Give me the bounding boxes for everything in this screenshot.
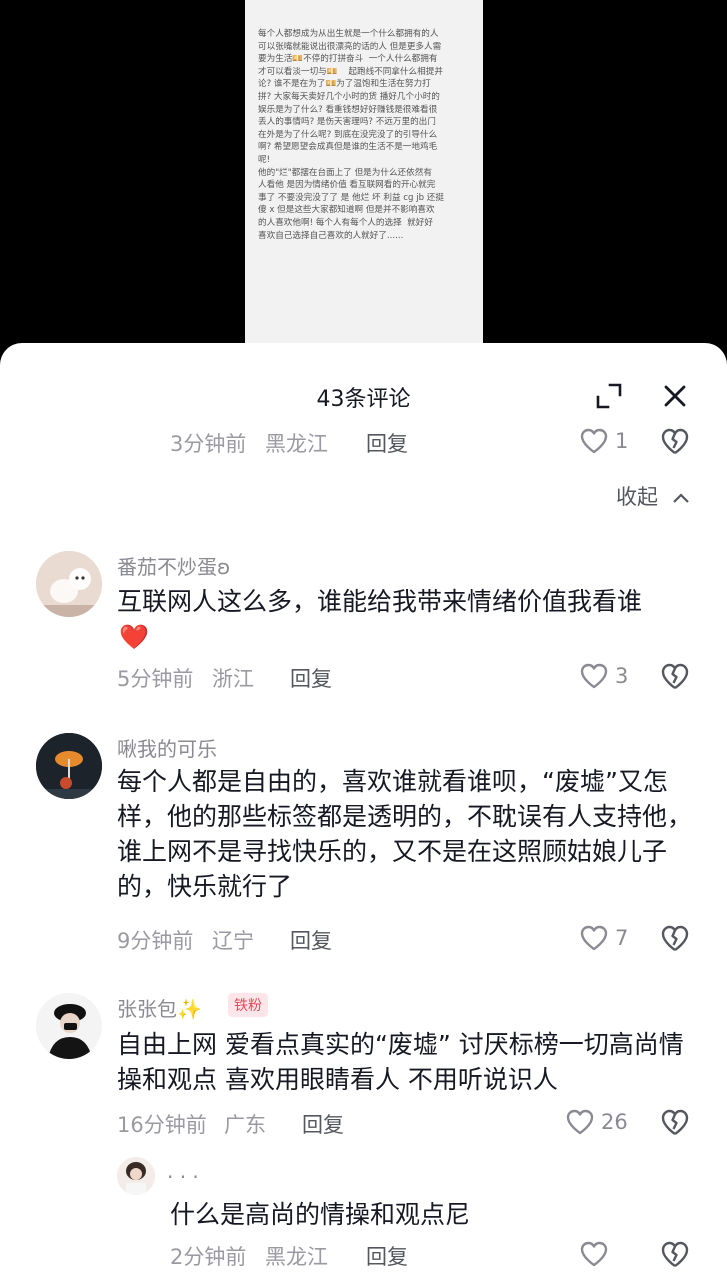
post-image-text: 每个人都想成为从出生就是一个什么都拥有的人 可以张嘴就能说出很漂亮的话的人 但是… xyxy=(258,29,444,241)
reply-text: 什么是高尚的情操和观点尼 xyxy=(170,1200,471,1229)
reply-button[interactable]: 回复 xyxy=(302,1109,344,1139)
like-count: 1 xyxy=(615,429,629,453)
heart-icon xyxy=(580,925,608,951)
comment-location: 辽宁 xyxy=(212,929,254,953)
like-button[interactable]: 3 xyxy=(579,661,628,691)
avatar-image xyxy=(36,993,102,1059)
comment-time: 9分钟前 xyxy=(117,929,194,953)
comment-body: 互联网人这么多，谁能给我带来情绪价值我看谁 xyxy=(117,587,643,616)
avatar[interactable] xyxy=(36,551,102,617)
comment-author[interactable]: 啾我的可乐 xyxy=(117,733,217,762)
reply-button[interactable]: 回复 xyxy=(290,663,332,693)
avatar-image xyxy=(36,733,102,799)
reply-button[interactable]: 回复 xyxy=(366,428,408,458)
avatar-image xyxy=(36,551,102,617)
reply-button[interactable]: 回复 xyxy=(366,1241,408,1271)
comment-text: 每个人都是自由的，喜欢谁就看谁呗，“废墟”又怎样，他的那些标签都是透明的，不耽误… xyxy=(117,767,693,901)
heart-icon xyxy=(580,663,608,689)
comments-sheet: 43条评论 3分钟前 黑龙江 回复 1 收起 番茄不炒蛋ʚ 互联网人这么多，谁能… xyxy=(0,343,727,1280)
close-icon[interactable] xyxy=(662,383,688,409)
comment-time: 16分钟前 xyxy=(117,1113,207,1137)
broken-heart-icon[interactable] xyxy=(660,661,690,691)
avatar[interactable] xyxy=(36,733,102,799)
reply-time: 2分钟前 xyxy=(170,1245,247,1269)
comment-time: 5分钟前 xyxy=(117,667,194,691)
broken-heart-icon[interactable] xyxy=(660,1239,690,1269)
like-button[interactable] xyxy=(579,1239,609,1269)
comment-location: 浙江 xyxy=(212,667,254,691)
like-button[interactable]: 26 xyxy=(565,1107,628,1137)
like-count: 7 xyxy=(615,926,629,950)
collapse-replies-button[interactable]: 收起 xyxy=(616,481,691,511)
chevron-up-icon xyxy=(672,493,689,503)
broken-heart-icon[interactable] xyxy=(660,1107,690,1137)
comment-text: 互联网人这么多，谁能给我带来情绪价值我看谁 xyxy=(117,584,697,619)
heart-icon xyxy=(580,1241,608,1267)
comment-location: 广东 xyxy=(224,1113,266,1137)
expand-icon[interactable] xyxy=(596,383,622,409)
avatar-image xyxy=(117,1157,155,1195)
comment-author[interactable]: 番茄不炒蛋ʚ xyxy=(117,551,230,580)
avatar[interactable] xyxy=(36,993,102,1059)
comment-text: 自由上网 爱看点真实的“废墟” 讨厌标榜一切高尚情操和观点 喜欢用眼睛看人 不用… xyxy=(117,1030,684,1094)
comment-author[interactable]: 张张包✨ xyxy=(117,993,202,1022)
reply-author[interactable]: . . . xyxy=(167,1159,199,1183)
like-button[interactable]: 7 xyxy=(579,923,628,953)
like-button[interactable]: 1 xyxy=(579,426,628,456)
reply-location: 黑龙江 xyxy=(265,1245,328,1269)
broken-heart-icon[interactable] xyxy=(660,426,690,456)
like-count: 3 xyxy=(615,664,629,688)
reply-time: 3分钟前 xyxy=(170,432,247,456)
heart-icon xyxy=(580,428,608,454)
emoji-heart: ❤️ xyxy=(119,623,149,651)
reply-button[interactable]: 回复 xyxy=(290,925,332,955)
broken-heart-icon[interactable] xyxy=(660,923,690,953)
fan-badge: 铁粉 xyxy=(228,993,268,1017)
collapse-label: 收起 xyxy=(616,485,658,509)
post-image[interactable]: 每个人都想成为从出生就是一个什么都拥有的人 可以张嘴就能说出很漂亮的话的人 但是… xyxy=(245,0,483,360)
reply-location: 黑龙江 xyxy=(265,432,328,456)
avatar[interactable] xyxy=(117,1157,155,1195)
heart-icon xyxy=(566,1109,594,1135)
like-count: 26 xyxy=(601,1110,628,1134)
